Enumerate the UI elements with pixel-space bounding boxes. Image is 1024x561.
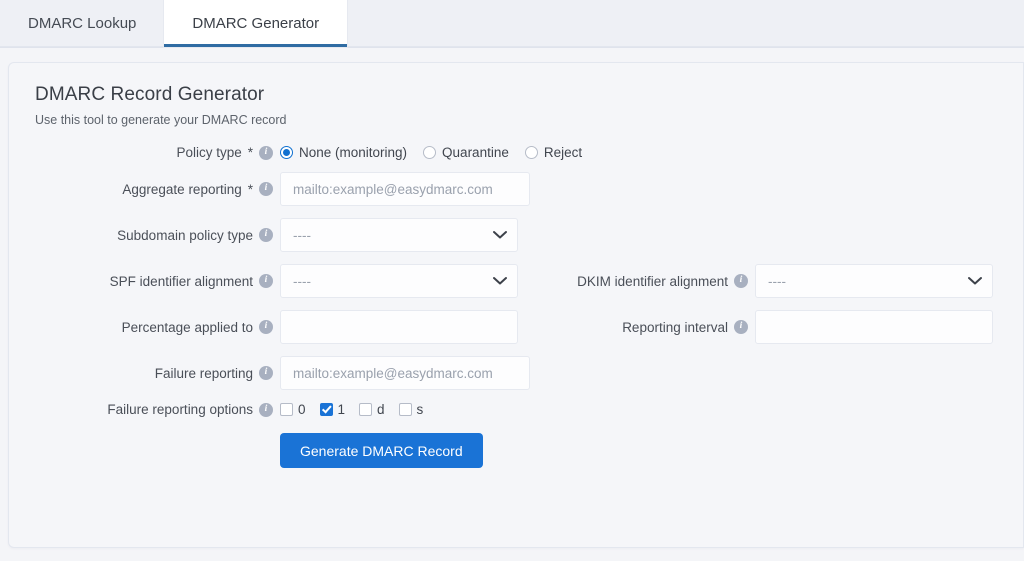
failure-reporting-input[interactable] [280, 356, 530, 390]
page-body: DMARC Record Generator Use this tool to … [0, 48, 1024, 548]
checkbox-option-0[interactable]: 0 [280, 402, 306, 417]
label-failure-reporting: Failure reporting i [25, 366, 280, 381]
form-row-aggregate-reporting: Aggregate reporting * i [25, 172, 999, 206]
label-dkim-identifier-alignment: DKIM identifier alignment i [530, 274, 755, 289]
submit-spacer [25, 433, 280, 468]
checkbox-label: 0 [298, 402, 306, 417]
info-icon[interactable]: i [259, 366, 273, 380]
tab-bar: DMARC Lookup DMARC Generator [0, 0, 1024, 48]
info-icon[interactable]: i [734, 320, 748, 334]
info-icon[interactable]: i [259, 402, 273, 417]
page-subtitle: Use this tool to generate your DMARC rec… [35, 113, 287, 127]
label-aggregate-reporting: Aggregate reporting * i [25, 182, 280, 197]
subdomain-policy-type-select[interactable]: ---- [280, 218, 518, 252]
dmarc-generator-card: DMARC Record Generator Use this tool to … [8, 62, 1024, 548]
checkbox-option-d[interactable]: d [359, 402, 385, 417]
generate-dmarc-record-button[interactable]: Generate DMARC Record [280, 433, 483, 468]
checkbox-group-failure-reporting-options: 0 1 d s [280, 402, 423, 417]
dkim-identifier-alignment-select[interactable]: ---- [755, 264, 993, 298]
checkbox-indicator[interactable] [398, 403, 412, 416]
label-text: Aggregate reporting [122, 181, 242, 197]
percentage-applied-to-input[interactable] [280, 310, 518, 344]
checkbox-label: 1 [337, 402, 346, 417]
subdomain-policy-type-wrap: ---- [280, 218, 518, 252]
label-reporting-interval: Reporting interval i [530, 320, 755, 335]
reporting-interval-input[interactable] [755, 310, 993, 344]
form-row-subdomain-policy-type: Subdomain policy type i ---- [25, 218, 999, 252]
checkbox-indicator[interactable] [359, 403, 373, 416]
radio-group-policy-type: None (monitoring) Quarantine Reject [280, 145, 582, 160]
aggregate-reporting-input[interactable] [280, 172, 530, 206]
radio-policy-none[interactable]: None (monitoring) [280, 145, 407, 160]
label-text: Reporting interval [622, 319, 728, 335]
label-failure-reporting-options: Failure reporting options i [25, 402, 280, 417]
label-text: Percentage applied to [121, 319, 253, 335]
radio-indicator[interactable] [524, 146, 538, 159]
tab-label: DMARC Lookup [28, 15, 137, 32]
tab-dmarc-lookup[interactable]: DMARC Lookup [0, 0, 164, 47]
info-icon[interactable]: i [259, 320, 273, 334]
label-policy-type: Policy type * i [25, 145, 280, 160]
label-text: Failure reporting options [107, 402, 253, 417]
spf-identifier-alignment-wrap: ---- [280, 264, 518, 298]
radio-indicator[interactable] [280, 146, 293, 159]
page-title: DMARC Record Generator [35, 84, 265, 105]
form-row-policy-type: Policy type * i None (monitoring) Quaran… [25, 145, 999, 160]
label-subdomain-policy-type: Subdomain policy type i [25, 228, 280, 243]
checkbox-label: s [416, 402, 424, 417]
form-row-identifier-alignment: SPF identifier alignment i ---- DKIM ide… [25, 264, 999, 298]
radio-indicator[interactable] [423, 146, 437, 159]
checkbox-indicator[interactable] [280, 403, 293, 416]
label-text: Subdomain policy type [117, 227, 253, 243]
checkbox-label: d [377, 402, 385, 417]
form-row-submit: Generate DMARC Record [25, 433, 999, 468]
form-row-failure-reporting: Failure reporting i [25, 356, 999, 390]
checkbox-indicator[interactable] [319, 403, 333, 416]
label-text: DKIM identifier alignment [577, 273, 728, 289]
form-row-failure-reporting-options: Failure reporting options i 0 1 d s [25, 402, 999, 417]
required-mark: * [247, 181, 253, 197]
required-mark: * [247, 145, 253, 160]
info-icon[interactable]: i [259, 145, 273, 160]
radio-label: Quarantine [442, 145, 509, 160]
label-text: Failure reporting [154, 365, 253, 381]
dkim-identifier-alignment-wrap: ---- [755, 264, 993, 298]
label-text: SPF identifier alignment [109, 273, 253, 289]
checkbox-option-s[interactable]: s [398, 402, 424, 417]
info-icon[interactable]: i [259, 274, 273, 288]
radio-policy-quarantine[interactable]: Quarantine [423, 145, 509, 160]
tab-label: DMARC Generator [192, 15, 320, 32]
label-spf-identifier-alignment: SPF identifier alignment i [25, 274, 280, 289]
label-text: Policy type [176, 145, 242, 160]
info-icon[interactable]: i [259, 228, 273, 242]
info-icon[interactable]: i [734, 274, 748, 288]
radio-label: None (monitoring) [299, 145, 408, 160]
radio-label: Reject [543, 145, 583, 160]
label-percentage-applied-to: Percentage applied to i [25, 320, 280, 335]
spf-identifier-alignment-select[interactable]: ---- [280, 264, 518, 298]
form-row-percentage-interval: Percentage applied to i Reporting interv… [25, 310, 999, 344]
checkbox-option-1[interactable]: 1 [319, 402, 346, 417]
dmarc-generator-form: Policy type * i None (monitoring) Quaran… [25, 145, 999, 468]
radio-policy-reject[interactable]: Reject [524, 145, 583, 160]
tab-dmarc-generator[interactable]: DMARC Generator [164, 0, 348, 47]
info-icon[interactable]: i [259, 182, 273, 196]
